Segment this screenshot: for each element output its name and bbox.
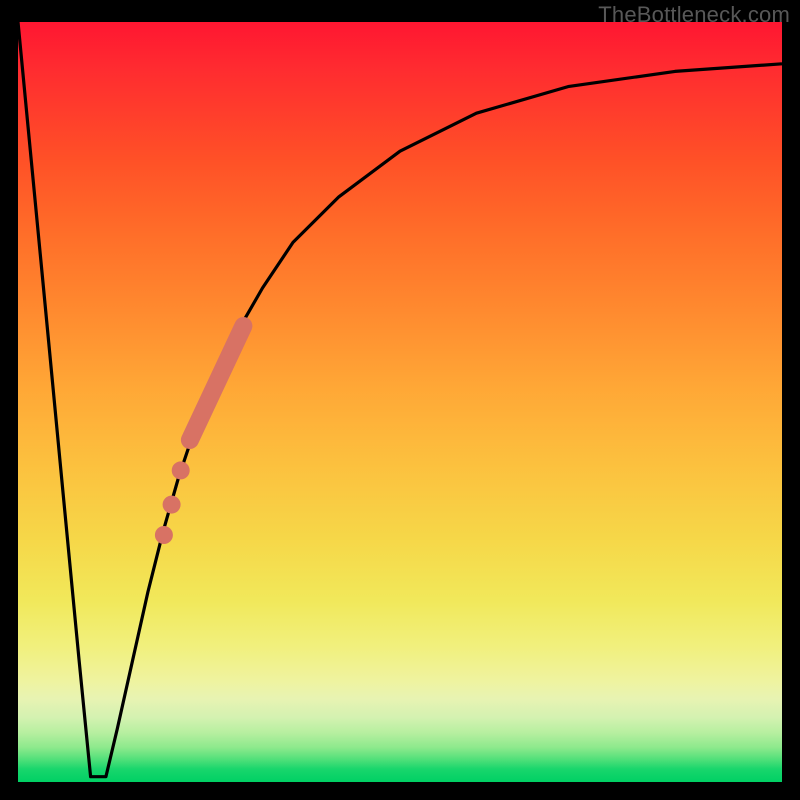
chart-frame: TheBottleneck.com (0, 0, 800, 800)
highlight-band (190, 326, 244, 440)
curves-layer (18, 22, 782, 782)
watermark-text: TheBottleneck.com (598, 2, 790, 28)
salmon-dot-2 (163, 496, 181, 514)
salmon-dot-1 (172, 461, 190, 479)
bottleneck-curve (18, 22, 782, 777)
salmon-dot-3 (155, 526, 173, 544)
plot-area (18, 22, 782, 782)
